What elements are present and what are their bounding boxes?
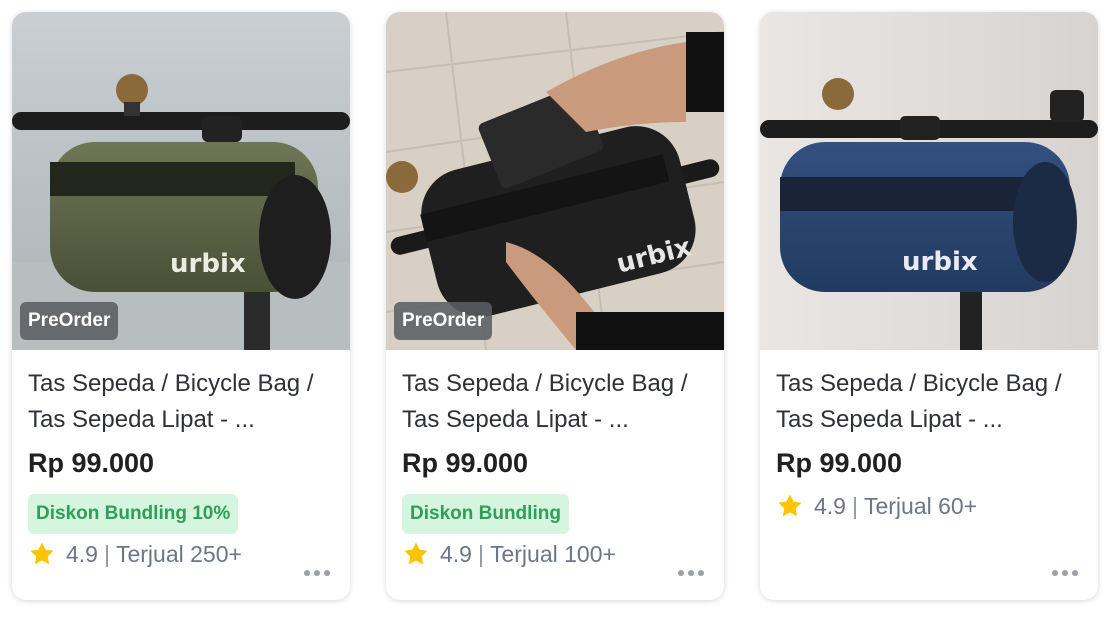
more-dots-icon[interactable] [1052,570,1078,576]
discount-badge: Diskon Bundling 10% [28,494,239,534]
rating-sold-row: 4.9 | Terjual 60+ [776,492,977,520]
product-price: Rp 99.000 [402,448,529,478]
separator: | [477,540,484,567]
product-image[interactable]: urbix PreOrder [386,12,724,350]
product-price: Rp 99.000 [776,448,903,478]
discount-badge: Diskon Bundling [402,494,569,534]
preorder-badge: PreOrder [394,302,493,340]
product-image[interactable]: urbix [760,12,1098,350]
product-title[interactable]: Tas Sepeda / Bicycle Bag / Tas Sepeda Li… [776,366,1086,438]
sold-count: Terjual 100+ [489,540,616,567]
product-title[interactable]: Tas Sepeda / Bicycle Bag / Tas Sepeda Li… [402,366,712,438]
preorder-badge: PreOrder [20,302,119,340]
bag-logo: urbix [902,247,978,277]
star-icon [404,542,428,565]
rating-value: 4.9 [814,492,846,519]
star-icon [778,494,802,517]
product-title[interactable]: Tas Sepeda / Bicycle Bag / Tas Sepeda Li… [28,366,338,438]
sold-count: Terjual 250+ [115,540,242,567]
rating-value: 4.9 [440,540,472,567]
more-dots-icon[interactable] [678,570,704,576]
sold-count: Terjual 60+ [863,492,978,519]
product-card[interactable]: urbix Tas Sepeda / Bicycle Bag / Tas Sep… [760,12,1098,600]
separator: | [851,492,858,519]
product-card[interactable]: urbix PreOrder Tas Sepeda / Bicycle Bag … [386,12,724,600]
more-dots-icon[interactable] [304,570,330,576]
product-price: Rp 99.000 [28,448,155,478]
product-card[interactable]: urbix PreOrder Tas Sepeda / Bicycle Bag … [12,12,350,600]
separator: | [103,540,110,567]
rating-sold-row: 4.9 | Terjual 100+ [402,540,616,568]
rating-value: 4.9 [66,540,98,567]
product-image[interactable]: urbix PreOrder [12,12,350,350]
star-icon [30,542,54,565]
rating-sold-row: 4.9 | Terjual 250+ [28,540,242,568]
bag-logo: urbix [170,249,246,279]
